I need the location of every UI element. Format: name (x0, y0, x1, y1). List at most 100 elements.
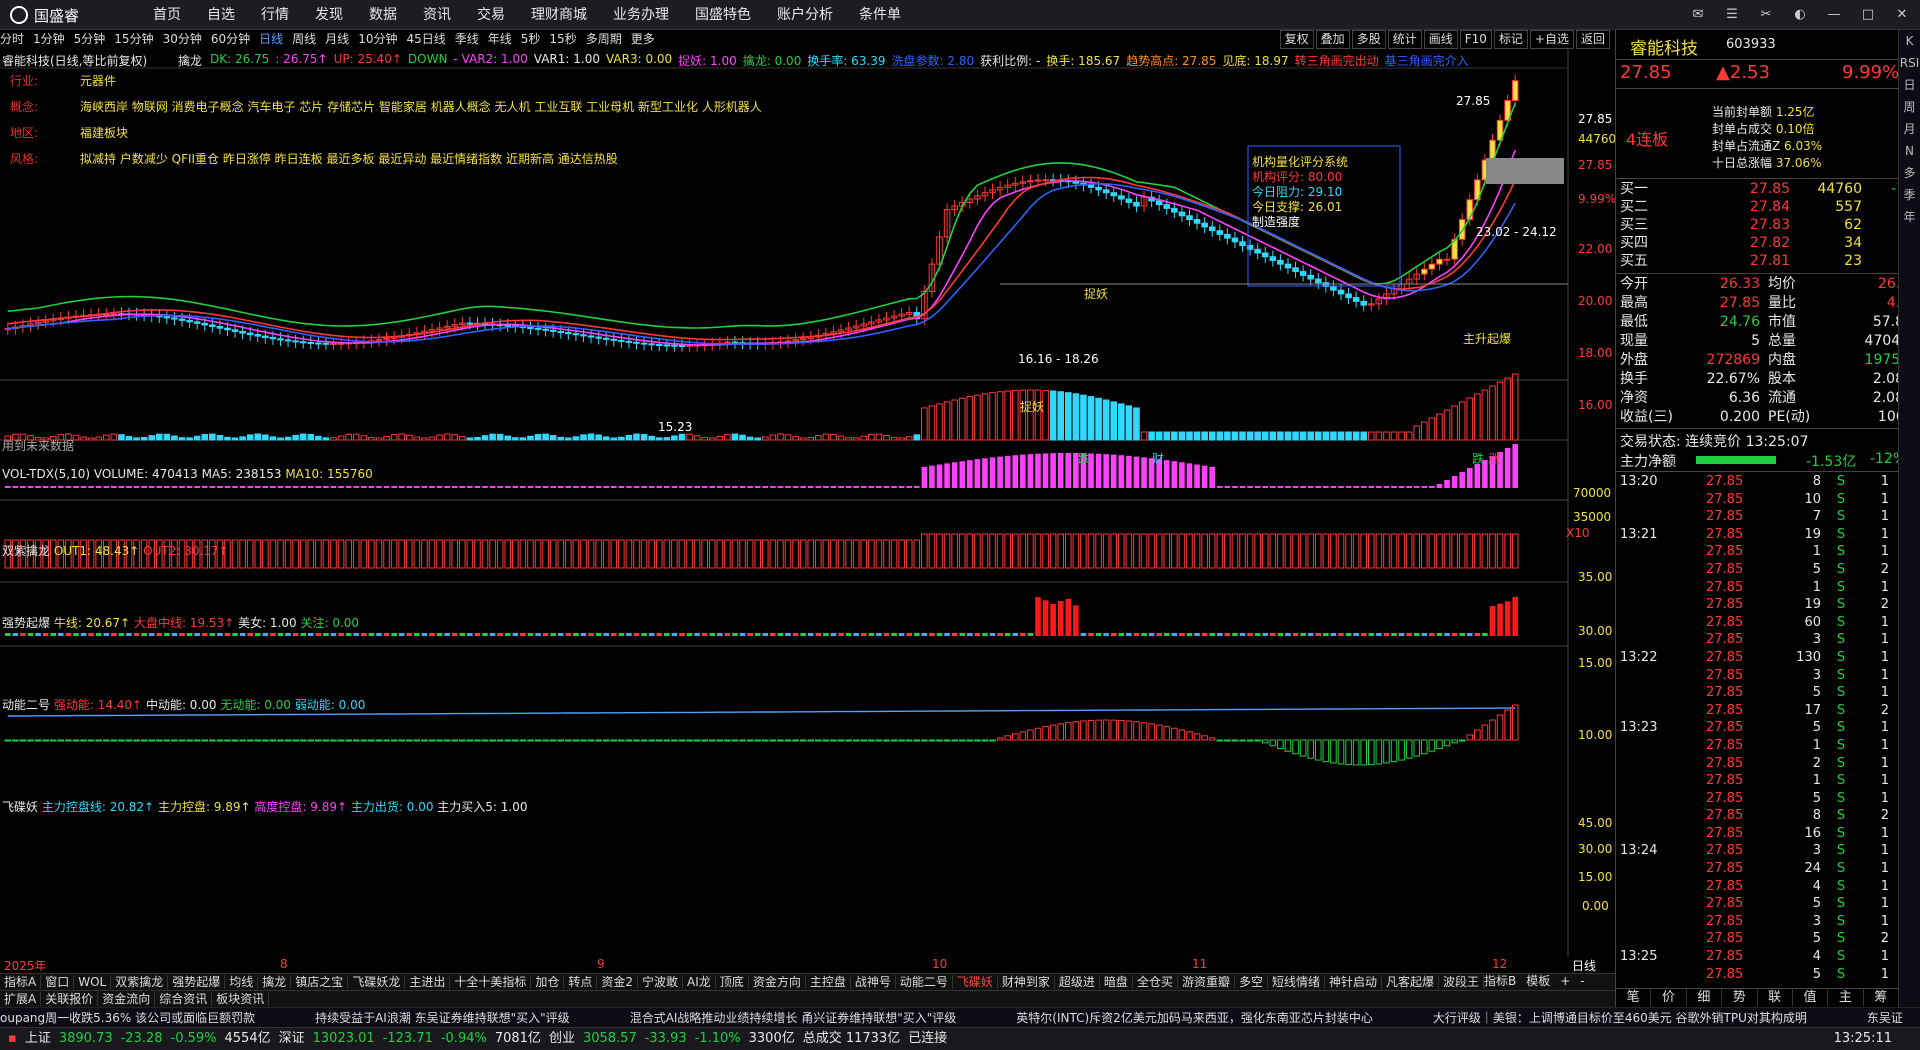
period-11[interactable]: 季线 (455, 32, 479, 46)
quote-tab-1[interactable]: 价 (1651, 989, 1686, 1006)
indicator-tab-31[interactable]: 波段王 (1439, 975, 1484, 989)
tick-list[interactable]: 13:20 27.85 8 S 1 27.85 10 S 1 27.85 7 S 1 13:21 27.85… (1616, 473, 1899, 983)
side-btn-3[interactable]: 周 (1899, 96, 1920, 118)
indicator-tab-26[interactable]: 游资重瓣 (1178, 975, 1235, 989)
indicator-tab-30[interactable]: 凡客起爆 (1382, 975, 1439, 989)
tool-6[interactable]: 标记 (1494, 30, 1528, 49)
side-btn-2[interactable]: 日 (1899, 74, 1920, 96)
indicator-tab-13[interactable]: 资金2 (597, 975, 638, 989)
ext-tab-2[interactable]: 资金流向 (98, 992, 155, 1006)
menu-item-3[interactable]: 发现 (302, 0, 356, 30)
ext-tab-1[interactable]: 关联报价 (41, 992, 98, 1006)
tool-0[interactable]: 复权 (1280, 30, 1314, 49)
indicator-right-1[interactable]: 模板 (1522, 973, 1554, 989)
menu-item-7[interactable]: 理财商城 (518, 0, 600, 30)
indicator-tab-24[interactable]: 暗盘 (1100, 975, 1133, 989)
period-15[interactable]: 多周期 (586, 32, 622, 46)
indicator-tab-18[interactable]: 主控盘 (806, 975, 851, 989)
indicator-right-3[interactable]: - (1576, 973, 1588, 989)
indicator-tab-5[interactable]: 均线 (225, 975, 258, 989)
skin-icon[interactable]: ◐ (1790, 5, 1810, 25)
indicator-tab-1[interactable]: 窗口 (41, 975, 74, 989)
indicator-tab-20[interactable]: 动能二号 (896, 975, 953, 989)
tool-7[interactable]: +自选 (1530, 30, 1574, 49)
indicator-tab-6[interactable]: 擒龙 (258, 975, 291, 989)
period-4[interactable]: 30分钟 (163, 32, 202, 46)
indicator-tab-28[interactable]: 短线情绪 (1268, 975, 1325, 989)
x-mode[interactable]: 日线 (1572, 957, 1596, 974)
tool-3[interactable]: 统计 (1388, 30, 1422, 49)
indicator-tab-11[interactable]: 加仓 (531, 975, 564, 989)
menu-item-2[interactable]: 行情 (248, 0, 302, 30)
indicator-tab-27[interactable]: 多空 (1235, 975, 1268, 989)
period-2[interactable]: 5分钟 (74, 32, 106, 46)
period-5[interactable]: 60分钟 (211, 32, 250, 46)
period-0[interactable]: 分时 (0, 32, 24, 46)
tools-icon[interactable]: ✂ (1756, 5, 1776, 25)
period-12[interactable]: 年线 (488, 32, 512, 46)
indicator-tab-16[interactable]: 顶底 (716, 975, 749, 989)
news-item-3[interactable]: 英特尔(INTC)斥资2亿美元加码马来西亚，强化东南亚芯片封装中心 (1016, 1011, 1373, 1025)
period-13[interactable]: 5秒 (521, 32, 541, 46)
tool-4[interactable]: 画线 (1424, 30, 1458, 49)
indicator-tab-9[interactable]: 主进出 (405, 975, 450, 989)
tool-5[interactable]: F10 (1460, 30, 1492, 49)
menu-item-9[interactable]: 国盛特色 (682, 0, 764, 30)
tool-8[interactable]: 返回 (1576, 30, 1610, 49)
indicator-tab-17[interactable]: 资金方向 (749, 975, 806, 989)
indicator-tab-7[interactable]: 镇店之宝 (291, 975, 348, 989)
close-icon[interactable]: ✕ (1892, 5, 1912, 25)
ext-tab-4[interactable]: 板块资讯 (212, 992, 269, 1006)
side-btn-8[interactable]: 年 (1899, 206, 1920, 228)
indicator-tab-14[interactable]: 宁波敢 (638, 975, 683, 989)
period-10[interactable]: 45日线 (406, 32, 445, 46)
news-item-0[interactable]: oupang周一收跌5.36% 该公司或面临巨额罚款 (0, 1011, 255, 1025)
indicator-tab-15[interactable]: AI龙 (683, 975, 716, 989)
indicator-tab-2[interactable]: WOL (74, 975, 111, 989)
period-1[interactable]: 1分钟 (33, 32, 65, 46)
quote-tab-7[interactable]: 筹 (1864, 989, 1899, 1006)
ext-tab-0[interactable]: 扩展A (0, 992, 41, 1006)
menu-item-0[interactable]: 首页 (140, 0, 194, 30)
quote-tab-3[interactable]: 势 (1722, 989, 1757, 1006)
quote-tab-5[interactable]: 值 (1793, 989, 1828, 1006)
period-8[interactable]: 月线 (325, 32, 349, 46)
period-6[interactable]: 日线 (259, 32, 283, 46)
news-item-2[interactable]: 混合式AI战略推动业绩持续增长 甬兴证券维持联想"买入"评级 (630, 1011, 957, 1025)
ext-tab-3[interactable]: 综合资讯 (155, 992, 212, 1006)
tool-2[interactable]: 多股 (1352, 30, 1386, 49)
quote-tab-6[interactable]: 主 (1828, 989, 1863, 1006)
maximize-icon[interactable]: □ (1858, 5, 1878, 25)
indicator-tab-21[interactable]: 飞碟妖 (953, 975, 998, 989)
sh-name[interactable]: 上证 (25, 1028, 51, 1050)
menu-item-8[interactable]: 业务办理 (600, 0, 682, 30)
indicator-tab-19[interactable]: 战神号 (851, 975, 896, 989)
indicator-tab-25[interactable]: 全仓买 (1133, 975, 1178, 989)
indicator-tab-22[interactable]: 财神到家 (998, 975, 1055, 989)
quote-tab-2[interactable]: 细 (1687, 989, 1722, 1006)
indicator-right-0[interactable]: 指标B (1480, 973, 1520, 989)
indicator-tab-0[interactable]: 指标A (0, 975, 41, 989)
cy-name[interactable]: 创业 (549, 1028, 575, 1050)
indicator-tab-4[interactable]: 强势起爆 (168, 975, 225, 989)
menu-item-6[interactable]: 交易 (464, 0, 518, 30)
kline-chart[interactable] (0, 48, 1615, 958)
indicator-tab-29[interactable]: 神针启动 (1325, 975, 1382, 989)
period-14[interactable]: 15秒 (549, 32, 576, 46)
sz-name[interactable]: 深证 (279, 1028, 305, 1050)
tool-1[interactable]: 叠加 (1316, 30, 1350, 49)
side-btn-5[interactable]: N (1899, 140, 1920, 162)
indicator-tab-3[interactable]: 双紫擒龙 (111, 975, 168, 989)
indicator-right-2[interactable]: + (1556, 973, 1574, 989)
period-7[interactable]: 周线 (292, 32, 316, 46)
period-16[interactable]: 更多 (631, 32, 655, 46)
indicator-tab-23[interactable]: 超级进 (1055, 975, 1100, 989)
period-9[interactable]: 10分钟 (358, 32, 397, 46)
news-item-4[interactable]: 大行评级｜美银：上调博通目标价至460美元 谷歌外销TPU对其构成明 (1433, 1011, 1807, 1025)
side-btn-4[interactable]: 月 (1899, 118, 1920, 140)
menu-item-11[interactable]: 条件单 (846, 0, 914, 30)
mail-icon[interactable]: ☰ (1722, 5, 1742, 25)
quote-tab-4[interactable]: 联 (1758, 989, 1793, 1006)
message-icon[interactable]: ✉ (1688, 5, 1708, 25)
indicator-tab-12[interactable]: 转点 (564, 975, 597, 989)
